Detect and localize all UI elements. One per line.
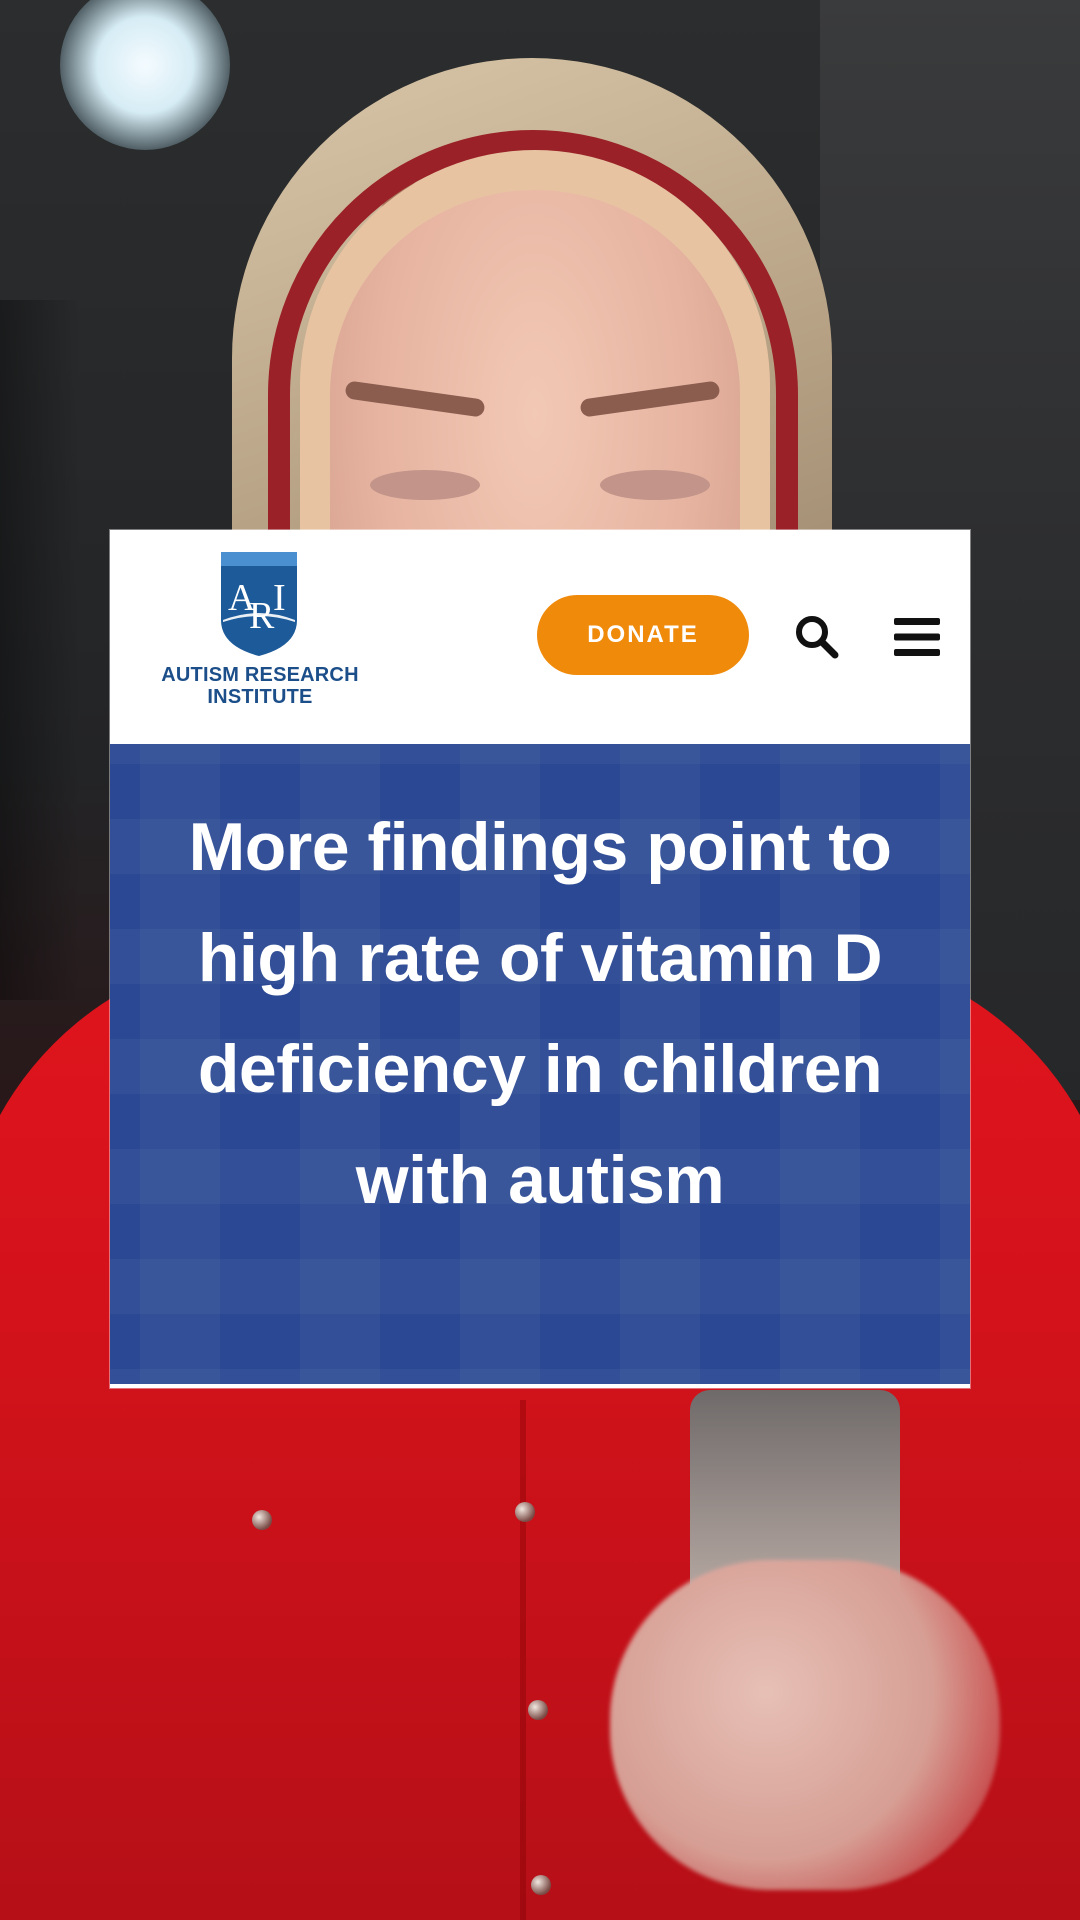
shirt-button xyxy=(515,1502,535,1522)
shirt-placket xyxy=(520,1400,526,1920)
logo-line-1: AUTISM RESEARCH xyxy=(161,664,359,686)
article-hero: More findings point to high rate of vita… xyxy=(110,744,970,1388)
shirt-button xyxy=(528,1700,548,1720)
blurred-hand xyxy=(610,1560,1000,1890)
logo-line-2: INSTITUTE xyxy=(207,686,313,708)
search-icon[interactable] xyxy=(793,613,839,659)
svg-text:I: I xyxy=(273,577,286,619)
article-headline: More findings point to high rate of vita… xyxy=(188,809,892,1218)
donate-button[interactable]: DONATE xyxy=(537,595,749,675)
left-eye xyxy=(370,470,480,500)
shirt-button xyxy=(531,1875,551,1895)
ari-shield-logo-icon: A R I xyxy=(221,552,297,656)
right-eye xyxy=(600,470,710,500)
shirt-button xyxy=(252,1510,272,1530)
site-header: A R I AUTISM RESEARCH INSTITUTE DONATE xyxy=(110,530,970,744)
ceiling-light xyxy=(60,0,230,150)
background-shadow xyxy=(0,300,80,1000)
article-screenshot-overlay: A R I AUTISM RESEARCH INSTITUTE DONATE M… xyxy=(110,530,970,1388)
hamburger-menu-icon[interactable] xyxy=(894,617,940,657)
ari-logo[interactable]: A R I AUTISM RESEARCH INSTITUTE xyxy=(140,550,380,725)
logo-wordmark: AUTISM RESEARCH INSTITUTE xyxy=(140,664,380,708)
svg-text:R: R xyxy=(249,595,275,637)
